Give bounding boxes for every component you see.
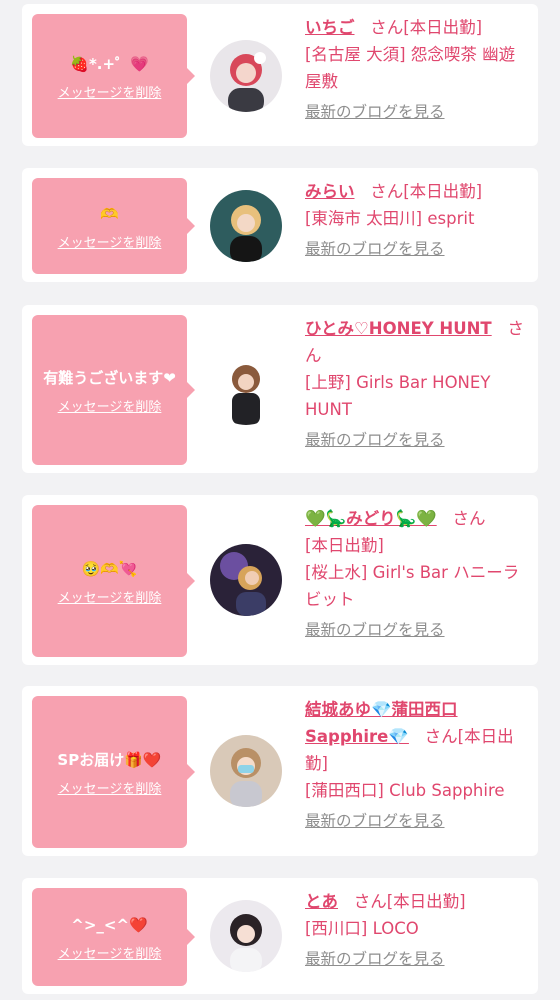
avatar[interactable] [210, 353, 282, 425]
honorific: さん [353, 892, 387, 911]
message-bubble: SPお届け🎁❤️ メッセージを削除 [32, 696, 195, 848]
name-line: とあ さん[本日出勤] [305, 888, 530, 915]
card-info: ひとみ♡HONEY HUNT さん [上野] Girls Bar HONEY H… [305, 315, 530, 453]
attendance-tag: [本日出勤] [403, 18, 483, 37]
card-info: いちご さん[本日出勤] [名古屋 大須] 怨念喫茶 幽遊屋敷 最新のブログを見… [305, 14, 530, 125]
cast-name-link[interactable]: とあ [305, 892, 338, 911]
latest-blog-link[interactable]: 最新のブログを見る [305, 427, 530, 453]
message-text: 🫶 [100, 204, 119, 223]
name-line: ひとみ♡HONEY HUNT さん [305, 315, 530, 369]
honorific: さん [424, 727, 458, 746]
avatar[interactable] [210, 735, 282, 807]
honorific: さん [370, 18, 404, 37]
message-text: 🥹🫶💘 [81, 559, 138, 578]
latest-blog-link[interactable]: 最新のブログを見る [305, 946, 530, 972]
avatar[interactable] [210, 544, 282, 616]
shop-info: [桜上水] Girl's Bar ハニーラビット [305, 563, 520, 609]
latest-blog-link[interactable]: 最新のブログを見る [305, 99, 530, 125]
name-line: 💚🦕みどり🦕💚 さん [305, 505, 530, 532]
attendance-tag: [本日出勤] [305, 536, 384, 555]
card-info: 💚🦕みどり🦕💚 さん [本日出勤] [桜上水] Girl's Bar ハニーラビ… [305, 505, 530, 643]
shop-info: [蒲田西口] Club Sapphire [305, 781, 505, 800]
message-bubble: 🍓*.+゜💗 メッセージを削除 [32, 14, 195, 138]
delete-message-link[interactable]: メッセージを削除 [58, 396, 162, 415]
delete-message-link[interactable]: メッセージを削除 [58, 778, 162, 797]
avatar[interactable] [210, 40, 282, 112]
shop-info: [西川口] LOCO [305, 919, 419, 938]
message-card: 有難うございます❤ メッセージを削除 ひとみ♡HONEY HUNT さん [上野… [22, 305, 538, 473]
avatar[interactable] [210, 900, 282, 972]
cast-name-link[interactable]: 💚🦕みどり🦕💚 [305, 509, 437, 528]
shop-info: [上野] Girls Bar HONEY HUNT [305, 373, 491, 419]
message-bubble: 🫶 メッセージを削除 [32, 178, 195, 274]
shop-info: [名古屋 大須] 怨念喫茶 幽遊屋敷 [305, 45, 516, 91]
message-list: 🍓*.+゜💗 メッセージを削除 いちご さん[本日出勤] [名古屋 大須] 怨念… [0, 0, 560, 1000]
message-text: ^>_<^❤️ [71, 915, 148, 934]
delete-message-link[interactable]: メッセージを削除 [58, 232, 162, 251]
delete-message-link[interactable]: メッセージを削除 [58, 587, 162, 606]
name-line: いちご さん[本日出勤] [305, 14, 530, 41]
message-card: SPお届け🎁❤️ メッセージを削除 結城あゆ💎蒲田西口Sapphire💎 さん[… [22, 686, 538, 856]
message-card: 🫶 メッセージを削除 みらい さん[本日出勤] [東海市 太田川] esprit… [22, 168, 538, 282]
cast-name-link[interactable]: いちご [305, 18, 355, 37]
message-text: 有難うございます❤ [43, 368, 176, 387]
card-info: みらい さん[本日出勤] [東海市 太田川] esprit 最新のブログを見る [305, 178, 530, 262]
message-bubble: ^>_<^❤️ メッセージを削除 [32, 888, 195, 986]
delete-message-link[interactable]: メッセージを削除 [58, 82, 162, 101]
card-info: 結城あゆ💎蒲田西口Sapphire💎 さん[本日出勤] [蒲田西口] Club … [305, 696, 530, 834]
message-text: 🍓*.+゜💗 [70, 54, 149, 73]
latest-blog-link[interactable]: 最新のブログを見る [305, 236, 530, 262]
message-bubble: 🥹🫶💘 メッセージを削除 [32, 505, 195, 657]
avatar[interactable] [210, 190, 282, 262]
shop-info: [東海市 太田川] esprit [305, 209, 475, 228]
message-text: SPお届け🎁❤️ [57, 750, 162, 769]
delete-message-link[interactable]: メッセージを削除 [58, 943, 162, 962]
honorific: さん [370, 182, 404, 201]
latest-blog-link[interactable]: 最新のブログを見る [305, 617, 530, 643]
message-card: 🥹🫶💘 メッセージを削除 💚🦕みどり🦕💚 さん [本日出勤] [桜上水] Gir… [22, 495, 538, 665]
attendance-tag: [本日出勤] [386, 892, 466, 911]
latest-blog-link[interactable]: 最新のブログを見る [305, 808, 530, 834]
name-line: みらい さん[本日出勤] [305, 178, 530, 205]
name-line: 結城あゆ💎蒲田西口Sapphire💎 さん[本日出勤] [305, 696, 530, 777]
card-info: とあ さん[本日出勤] [西川口] LOCO 最新のブログを見る [305, 888, 530, 972]
message-card: 🍓*.+゜💗 メッセージを削除 いちご さん[本日出勤] [名古屋 大須] 怨念… [22, 4, 538, 146]
cast-name-link[interactable]: ひとみ♡HONEY HUNT [305, 319, 492, 338]
message-card: ^>_<^❤️ メッセージを削除 とあ さん[本日出勤] [西川口] LOCO … [22, 878, 538, 994]
message-bubble: 有難うございます❤ メッセージを削除 [32, 315, 195, 465]
cast-name-link[interactable]: みらい [305, 182, 355, 201]
attendance-tag: [本日出勤] [403, 182, 483, 201]
honorific: さん [452, 509, 486, 528]
